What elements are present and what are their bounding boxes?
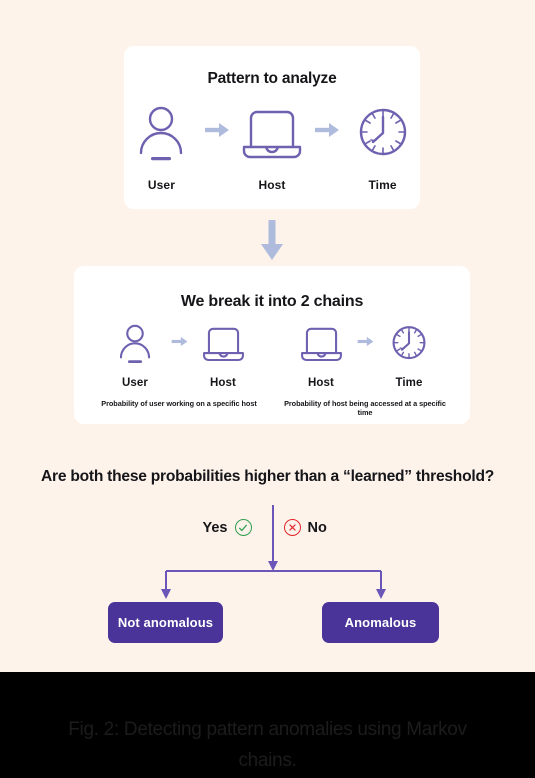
node-time-label: Time bbox=[368, 178, 397, 192]
node-host-label: Host bbox=[308, 377, 334, 389]
arrow-host-to-time bbox=[352, 323, 378, 363]
arrow-right-icon bbox=[314, 122, 340, 143]
decision-no-label: No bbox=[307, 519, 327, 536]
decision-options: Yes No bbox=[0, 519, 535, 536]
chain-host-time-row: Host Time bbox=[290, 323, 440, 389]
node-user: User bbox=[124, 104, 199, 192]
figure-caption: Fig. 2: Detecting pattern anomalies usin… bbox=[68, 719, 467, 771]
node-user: User bbox=[104, 323, 166, 389]
laptop-icon bbox=[202, 323, 245, 368]
decision-yes-label: Yes bbox=[202, 519, 228, 536]
figure-footer: Fig. 2: Detecting pattern anomalies usin… bbox=[0, 672, 535, 778]
pattern-flow: User Host Time bbox=[124, 104, 420, 192]
arrow-user-to-host bbox=[166, 323, 192, 363]
pattern-to-analyze-card: Pattern to analyze User Host Time bbox=[124, 46, 420, 209]
clock-icon bbox=[356, 104, 410, 166]
arrow-user-to-host bbox=[199, 104, 235, 161]
node-host: Host bbox=[235, 104, 310, 192]
node-host: Host bbox=[192, 323, 254, 389]
node-host: Host bbox=[290, 323, 352, 389]
arrow-right-icon bbox=[357, 334, 374, 352]
node-host-label: Host bbox=[258, 178, 286, 192]
user-icon bbox=[118, 323, 152, 368]
decision-yes[interactable]: Yes bbox=[148, 519, 268, 536]
arrow-down-icon bbox=[259, 219, 285, 261]
laptop-icon bbox=[241, 104, 303, 166]
chain-user-host: User Host Probability of user working on… bbox=[90, 323, 268, 417]
threshold-question: Are both these probabilities higher than… bbox=[41, 468, 494, 485]
node-host-label: Host bbox=[210, 377, 236, 389]
two-chains-card: We break it into 2 chains User Host Prob… bbox=[74, 266, 470, 424]
x-circle-icon bbox=[283, 519, 301, 536]
chain-user-host-caption: Probability of user working on a specifi… bbox=[101, 399, 257, 408]
arrow-right-icon bbox=[171, 334, 188, 352]
chains-card-title: We break it into 2 chains bbox=[180, 293, 364, 310]
chain-host-time-caption: Probability of host being accessed at a … bbox=[284, 399, 446, 417]
figure-root: Pattern to analyze User Host Time We bre… bbox=[0, 0, 535, 778]
node-user-label: User bbox=[147, 178, 175, 192]
pattern-card-title: Pattern to analyze bbox=[207, 70, 337, 87]
node-time: Time bbox=[378, 323, 440, 389]
chains-container: User Host Probability of user working on… bbox=[74, 311, 470, 417]
laptop-icon bbox=[300, 323, 343, 368]
user-icon bbox=[137, 104, 185, 166]
check-circle-icon bbox=[234, 519, 252, 536]
clock-icon bbox=[390, 323, 428, 368]
arrow-host-to-time bbox=[309, 104, 345, 161]
arrow-right-icon bbox=[204, 122, 230, 143]
node-time: Time bbox=[345, 104, 420, 192]
chain-user-host-row: User Host bbox=[104, 323, 254, 389]
node-time-label: Time bbox=[395, 377, 423, 389]
decision-no[interactable]: No bbox=[268, 519, 388, 536]
node-user-label: User bbox=[122, 377, 148, 389]
chain-host-time: Host Time Probability of host being acce… bbox=[276, 323, 454, 417]
anomalous-button[interactable]: Anomalous bbox=[322, 602, 439, 643]
not-anomalous-button[interactable]: Not anomalous bbox=[108, 602, 223, 643]
